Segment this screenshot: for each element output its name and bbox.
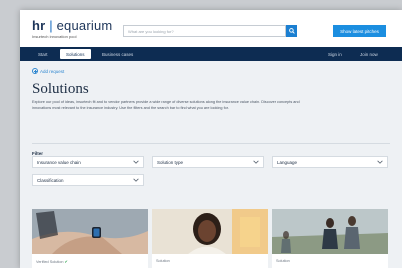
dropdown-classification[interactable]: Classification	[32, 174, 144, 186]
chevron-down-icon	[133, 178, 139, 182]
dropdown-label: Language	[277, 159, 298, 165]
main-nav: Start Solutions Business cases Sign in J…	[20, 47, 402, 61]
nav-item-start[interactable]: Start	[38, 47, 48, 61]
show-latest-pitches-button[interactable]: Show latest pitches	[333, 25, 386, 37]
add-request-label: Add request	[40, 68, 65, 74]
dropdown-label: Classification	[37, 177, 64, 183]
logo-hr: hr	[32, 18, 46, 33]
solution-card[interactable]: Verified Solution ✔	[32, 209, 148, 268]
solution-card[interactable]: Solution	[272, 209, 388, 268]
nav-sign-in[interactable]: Sign in	[328, 47, 342, 61]
plus-circle-icon	[32, 68, 38, 74]
site-logo[interactable]: hr | equarium Insurtech innovation pool	[32, 18, 112, 39]
search-button[interactable]	[286, 25, 297, 37]
card-label: Solution	[276, 259, 290, 263]
dropdown-language[interactable]: Language	[272, 156, 388, 168]
nav-item-business-cases[interactable]: Business cases	[102, 47, 133, 61]
site-header: hr | equarium Insurtech innovation pool …	[20, 10, 402, 47]
verified-check-icon: ✔	[64, 259, 68, 264]
card-image-smartwatch	[32, 209, 148, 254]
card-image-woman	[152, 209, 268, 254]
logo-separator: |	[49, 18, 53, 33]
page-description: Explore our pool of ideas, insurtech fit…	[32, 100, 300, 110]
chevron-down-icon	[133, 160, 139, 164]
solution-card[interactable]: Solution	[152, 209, 268, 268]
search-input[interactable]: What are you looking for?	[123, 25, 286, 37]
card-label: Solution	[156, 259, 170, 263]
search-icon	[288, 28, 295, 34]
nav-join-now[interactable]: Join now	[360, 47, 378, 61]
logo-tagline: Insurtech innovation pool	[32, 34, 77, 39]
dropdown-label: Solution type	[157, 159, 184, 165]
dropdown-label: Insurance value chain	[37, 159, 81, 165]
chevron-down-icon	[253, 160, 259, 164]
chevron-down-icon	[377, 160, 383, 164]
dropdown-insurance-value-chain[interactable]: Insurance value chain	[32, 156, 144, 168]
card-label: Verified Solution	[36, 259, 64, 264]
card-image-runners	[272, 209, 388, 254]
dropdown-solution-type[interactable]: Solution type	[152, 156, 264, 168]
logo-wordmark: equarium	[56, 18, 113, 33]
browser-page: hr | equarium Insurtech innovation pool …	[20, 10, 402, 268]
nav-item-solutions[interactable]: Solutions	[60, 49, 91, 59]
add-request-link[interactable]: Add request	[32, 68, 64, 74]
page-title: Solutions	[32, 81, 89, 97]
divider	[32, 143, 390, 144]
